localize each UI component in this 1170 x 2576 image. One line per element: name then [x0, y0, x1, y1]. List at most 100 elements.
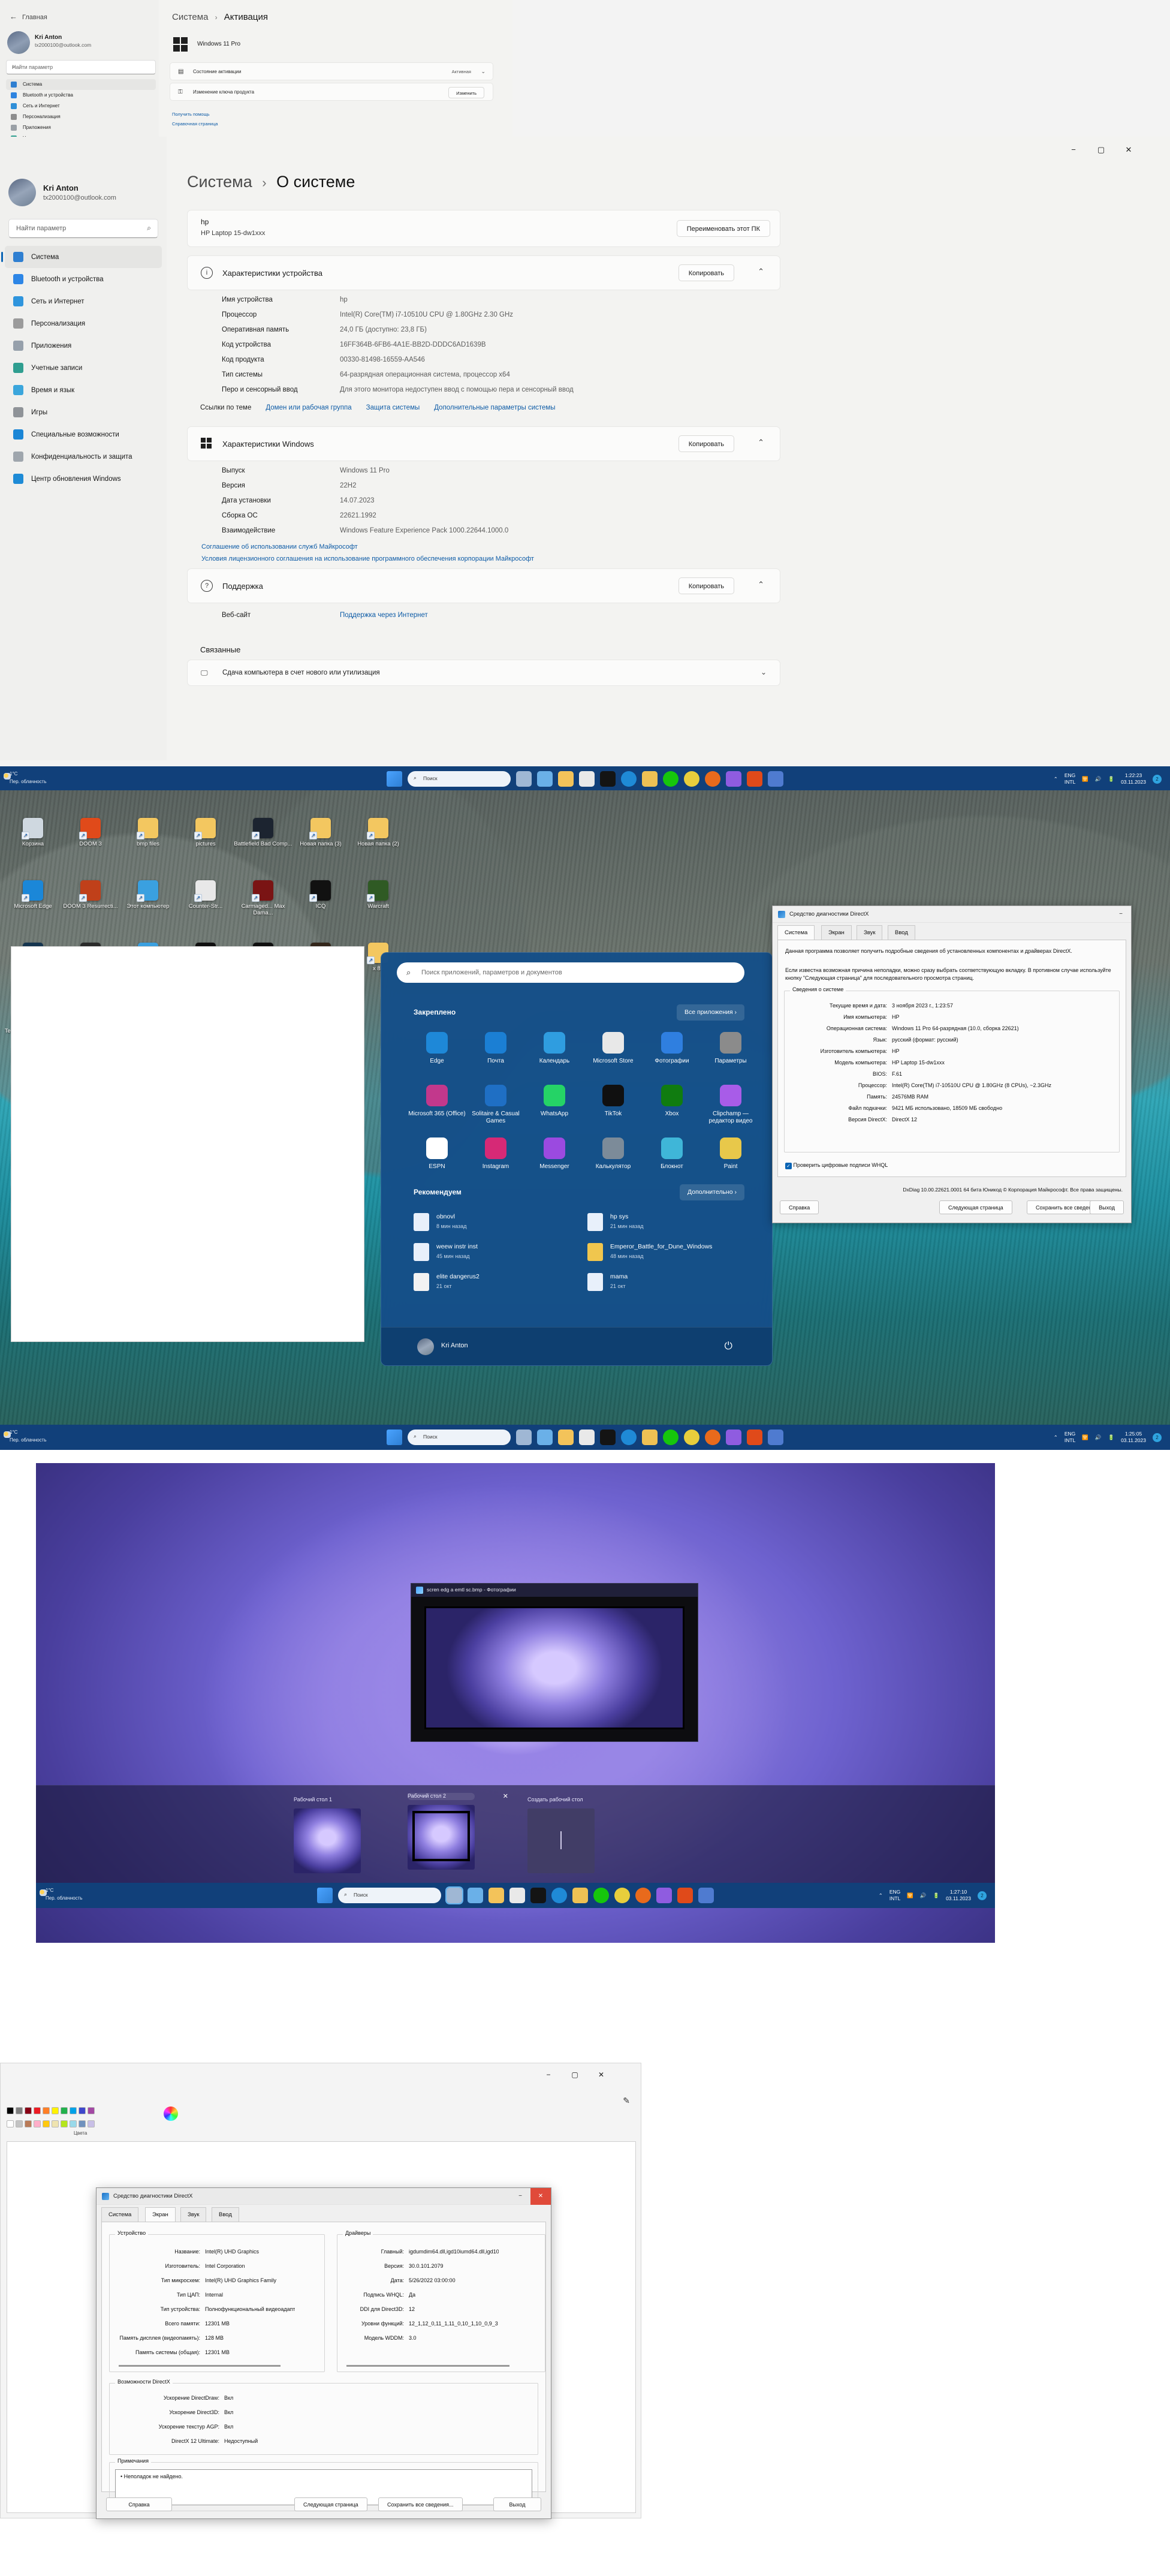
color-swatch[interactable]	[79, 2120, 86, 2127]
desktop-icon[interactable]: ↗ Новая папка (2)	[349, 818, 408, 847]
store-icon[interactable]	[579, 1430, 595, 1445]
sidebar-item-10[interactable]: Центр обновления Windows	[5, 468, 162, 490]
chevron-up-icon[interactable]: ⌃	[758, 580, 764, 589]
pinned-app[interactable]: Xbox	[643, 1085, 701, 1118]
explorer-icon[interactable]	[558, 771, 574, 787]
volume-icon[interactable]: 🔊	[1095, 1434, 1102, 1441]
edge-icon[interactable]	[551, 1888, 567, 1903]
virtual-desktop-1-thumb[interactable]	[294, 1808, 361, 1873]
wifi-icon[interactable]: 🛜	[1082, 1434, 1088, 1441]
search-input[interactable]: Найти параметр ⌕	[8, 219, 158, 238]
explorer-icon[interactable]	[488, 1888, 504, 1903]
all-apps-button[interactable]: Все приложения ›	[676, 1004, 744, 1021]
taskbar-search[interactable]: ⌕ Поиск	[338, 1888, 441, 1903]
sidebar-item-4[interactable]: Приложения	[6, 122, 156, 133]
virtual-desktop-2[interactable]: Рабочий стол 2 ✕	[408, 1793, 508, 1870]
edge-icon[interactable]	[621, 1430, 637, 1445]
sidebar-item-3[interactable]: Персонализация	[5, 312, 162, 335]
clock[interactable]: 1:27:10 03.11.2023	[946, 1889, 971, 1902]
taskbar-search[interactable]: ⌕ Поиск	[408, 771, 511, 787]
desktop-icon[interactable]: ↗ pictures	[176, 818, 235, 847]
paint-icon[interactable]	[768, 771, 783, 787]
start-button[interactable]	[317, 1888, 333, 1903]
desktop-icon[interactable]: ↗ Новая папка (3)	[291, 818, 350, 847]
recommended-item[interactable]: mama 21 окт	[587, 1271, 749, 1297]
opera-icon[interactable]	[614, 1888, 630, 1903]
pinned-app[interactable]: Калькулятор	[584, 1137, 643, 1170]
tiktok-icon[interactable]	[600, 771, 616, 787]
weather-widget[interactable]: 1°C Пер. облачность	[40, 1886, 83, 1902]
tab-Ввод[interactable]: Ввод	[888, 925, 915, 940]
pinned-app[interactable]: Календарь	[525, 1032, 584, 1065]
device-hscrollbar[interactable]	[119, 2365, 281, 2367]
desktop-icon[interactable]: ↗ Этот компьютер	[119, 880, 177, 910]
help-button[interactable]: Справка	[780, 1200, 819, 1214]
desktop-icon[interactable]: ↗ Корзина	[4, 818, 62, 847]
next-page-button[interactable]: Следующая страница	[294, 2497, 367, 2511]
color-swatch[interactable]	[70, 2120, 77, 2127]
photos-icon[interactable]	[726, 771, 741, 787]
sidebar-item-1[interactable]: Bluetooth и устройства	[6, 90, 156, 101]
pinned-app[interactable]: Фотографии	[643, 1032, 701, 1065]
notification-badge[interactable]: 2	[1153, 774, 1162, 784]
photos-window[interactable]: scren edg a emtl sc.bmp - Фотографии	[411, 1583, 698, 1742]
tab-Звук[interactable]: Звук	[180, 2207, 207, 2222]
start-button[interactable]	[387, 771, 402, 787]
ea-icon[interactable]	[747, 771, 762, 787]
language-indicator[interactable]: ENG INTL	[1065, 1431, 1075, 1444]
color-swatch[interactable]	[61, 2107, 68, 2114]
battery-icon[interactable]: 🔋	[1108, 1434, 1114, 1441]
desktop-icon[interactable]: ↗ Warcraft	[349, 880, 408, 910]
ea-icon[interactable]	[747, 1430, 762, 1445]
desktop-icon[interactable]: ↗ Battlefield Bad Comp...	[234, 818, 292, 847]
link-domain-workgroup[interactable]: Домен или рабочая группа	[266, 404, 351, 411]
rename-pc-button[interactable]: Переименовать этот ПК	[676, 220, 770, 237]
chevron-down-icon[interactable]: ⌄	[481, 68, 486, 75]
more-recommended-button[interactable]: Дополнительно ›	[680, 1184, 744, 1200]
start-search-input[interactable]: ⌕ Поиск приложений, параметров и докумен…	[397, 962, 744, 983]
tab-Ввод[interactable]: Ввод	[212, 2207, 239, 2222]
sidebar-item-3[interactable]: Персонализация	[6, 112, 156, 122]
chevron-down-icon[interactable]: ⌄	[761, 668, 767, 676]
wifi-icon[interactable]: 🛜	[907, 1892, 913, 1899]
widgets-button[interactable]	[537, 771, 553, 787]
link-system-protection[interactable]: Защита системы	[366, 404, 420, 411]
avatar[interactable]	[417, 1338, 434, 1355]
wifi-icon[interactable]: 🛜	[1082, 776, 1088, 783]
paint-canvas-window[interactable]	[11, 946, 364, 1342]
store-icon[interactable]	[579, 771, 595, 787]
sidebar-item-4[interactable]: Приложения	[5, 335, 162, 357]
tray-expand-icon[interactable]: ⌃	[1054, 776, 1058, 783]
close-button[interactable]: ✕	[530, 2188, 551, 2205]
task-view-button[interactable]	[516, 1430, 532, 1445]
taskbar-search[interactable]: ⌕ Поиск	[408, 1430, 511, 1445]
link-advanced-system[interactable]: Дополнительные параметры системы	[434, 404, 555, 411]
desktop-icon[interactable]: ↗ Carmaged... Max Dama...	[234, 880, 292, 916]
ms-services-agreement-link[interactable]: Соглашение об использовании служб Майкро…	[201, 543, 358, 550]
close-icon[interactable]: ✕	[503, 1792, 508, 1800]
color-swatch[interactable]	[25, 2107, 32, 2114]
pinned-app[interactable]: ESPN	[408, 1137, 466, 1170]
minimize-button[interactable]: −	[1111, 906, 1131, 923]
explorer-icon[interactable]	[558, 1430, 574, 1445]
icq-icon[interactable]	[663, 771, 679, 787]
sidebar-item-8[interactable]: Специальные возможности	[5, 423, 162, 446]
back-button[interactable]: ← Главная	[10, 12, 47, 21]
photos-icon[interactable]	[726, 1430, 741, 1445]
chevron-up-icon[interactable]: ⌃	[758, 438, 764, 447]
get-help-link[interactable]: Получить помощь	[172, 112, 210, 117]
edge-icon[interactable]	[621, 771, 637, 787]
recommended-item[interactable]: obnovl 8 мин назад	[414, 1211, 575, 1237]
sidebar-item-0[interactable]: Система	[1, 246, 162, 268]
icq-icon[interactable]	[663, 1430, 679, 1445]
weather-widget[interactable]: 1°C Пер. облачность	[4, 770, 47, 786]
folder-icon[interactable]	[642, 1430, 658, 1445]
pinned-app[interactable]: Instagram	[466, 1137, 525, 1170]
folder-icon[interactable]	[572, 1888, 588, 1903]
icq-icon[interactable]	[593, 1888, 609, 1903]
store-icon[interactable]	[509, 1888, 525, 1903]
recommended-item[interactable]: weew instr inst 45 мин назад	[414, 1241, 575, 1267]
pencil-icon[interactable]: ✎	[623, 2096, 630, 2106]
notification-badge[interactable]: 2	[1153, 1433, 1162, 1442]
folder-icon[interactable]	[642, 771, 658, 787]
